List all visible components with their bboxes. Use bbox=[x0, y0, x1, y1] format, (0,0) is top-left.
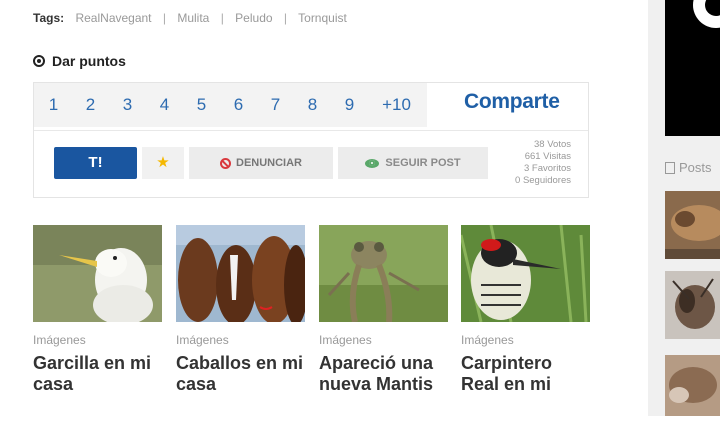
seguir-post-button[interactable]: SEGUIR POST bbox=[338, 147, 488, 179]
related-title[interactable]: Caballos en mi casa bbox=[176, 353, 305, 395]
related-image[interactable] bbox=[319, 225, 448, 322]
related-category: Imágenes bbox=[461, 333, 514, 347]
related-card[interactable]: Imágenes Caballos en mi casa bbox=[176, 225, 305, 395]
stat-visitas: 661 Visitas bbox=[524, 151, 571, 162]
related-card[interactable]: Imágenes Garcilla en mi casa bbox=[33, 225, 162, 395]
point-option-10[interactable]: +10 bbox=[368, 83, 425, 127]
share-button[interactable]: Comparte bbox=[464, 90, 560, 114]
tag-link[interactable]: RealNavegant bbox=[75, 11, 151, 25]
sidebar-posts-label: Posts bbox=[679, 160, 712, 175]
t-button[interactable]: T! bbox=[54, 147, 137, 179]
denunciar-label: DENUNCIAR bbox=[236, 157, 302, 169]
favorite-star-button[interactable]: ★ bbox=[142, 147, 184, 179]
point-option-7[interactable]: 7 bbox=[257, 83, 294, 127]
ad-banner[interactable] bbox=[665, 0, 720, 136]
star-icon: ★ bbox=[156, 154, 170, 171]
tags-label: Tags: bbox=[33, 11, 65, 25]
sidebar-posts-heading: Posts bbox=[665, 160, 712, 175]
point-option-1[interactable]: 1 bbox=[35, 83, 72, 127]
related-title[interactable]: Apareció una nueva Mantis bbox=[319, 353, 448, 395]
related-image[interactable] bbox=[33, 225, 162, 322]
point-option-4[interactable]: 4 bbox=[146, 83, 183, 127]
related-category: Imágenes bbox=[319, 333, 372, 347]
ban-icon bbox=[220, 157, 231, 169]
tag-link[interactable]: Tornquist bbox=[298, 11, 347, 25]
related-posts: Imágenes Garcilla en mi casa Imágenes Ca… bbox=[33, 225, 593, 416]
stat-favoritos: 3 Favoritos bbox=[524, 163, 571, 174]
point-option-5[interactable]: 5 bbox=[183, 83, 220, 127]
related-image[interactable] bbox=[461, 225, 590, 322]
point-option-9[interactable]: 9 bbox=[331, 83, 368, 127]
target-icon bbox=[33, 55, 45, 67]
post-stats: 38 Votos 661 Visitas 3 Favoritos 0 Segui… bbox=[489, 139, 571, 187]
points-selector: 1 2 3 4 5 6 7 8 9 +10 bbox=[34, 83, 427, 127]
divider bbox=[34, 130, 588, 131]
seguir-label: SEGUIR POST bbox=[385, 157, 461, 169]
right-sidebar: Posts bbox=[665, 0, 720, 416]
eye-icon bbox=[365, 158, 380, 168]
related-card[interactable]: Imágenes Apareció una nueva Mantis bbox=[319, 225, 448, 395]
related-card[interactable]: Imágenes Carpintero Real en mi bbox=[461, 225, 590, 395]
stat-votos: 38 Votos bbox=[534, 139, 571, 150]
related-title[interactable]: Carpintero Real en mi bbox=[461, 353, 590, 395]
denunciar-button[interactable]: DENUNCIAR bbox=[189, 147, 333, 179]
tag-separator: | bbox=[220, 11, 224, 25]
document-icon bbox=[665, 161, 675, 174]
tag-separator: | bbox=[283, 11, 288, 25]
dar-puntos-heading: Dar puntos bbox=[33, 53, 126, 69]
related-image[interactable] bbox=[176, 225, 305, 322]
sidebar-thumb-3[interactable] bbox=[665, 355, 720, 423]
related-category: Imágenes bbox=[33, 333, 86, 347]
tag-separator: | bbox=[162, 11, 166, 25]
point-option-8[interactable]: 8 bbox=[294, 83, 331, 127]
point-option-3[interactable]: 3 bbox=[109, 83, 146, 127]
sidebar-thumb-1[interactable] bbox=[665, 191, 720, 259]
tag-link[interactable]: Peludo bbox=[235, 11, 272, 25]
stat-seguidores: 0 Seguidores bbox=[515, 175, 571, 186]
points-panel: 1 2 3 4 5 6 7 8 9 +10 Comparte T! ★ DENU… bbox=[33, 82, 589, 198]
point-option-2[interactable]: 2 bbox=[72, 83, 109, 127]
related-title[interactable]: Garcilla en mi casa bbox=[33, 353, 162, 395]
dar-puntos-title: Dar puntos bbox=[52, 53, 126, 69]
tags-bar: Tags: RealNavegant | Mulita | Peludo | T… bbox=[33, 11, 347, 25]
related-category: Imágenes bbox=[176, 333, 229, 347]
tag-link[interactable]: Mulita bbox=[177, 11, 209, 25]
sidebar-thumb-2[interactable] bbox=[665, 271, 720, 339]
point-option-6[interactable]: 6 bbox=[220, 83, 257, 127]
